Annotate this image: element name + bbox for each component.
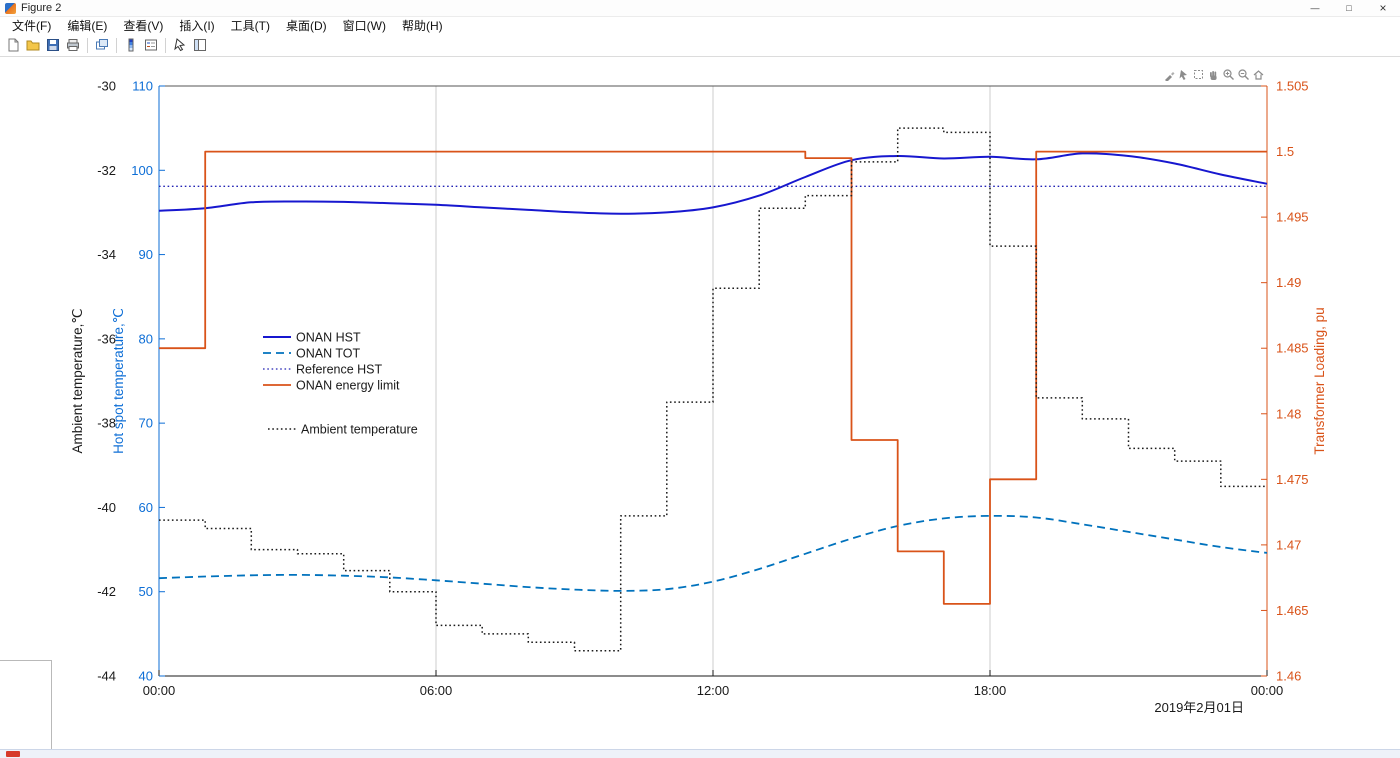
insert-colorbar-icon[interactable] — [121, 35, 141, 55]
window-title: Figure 2 — [21, 2, 62, 14]
window-controls: — □ × — [1298, 0, 1400, 16]
taskbar-app-icon[interactable] — [6, 751, 20, 757]
brush-icon[interactable] — [1162, 68, 1175, 81]
legend-label: ONAN TOT — [296, 347, 360, 361]
ambient-tick-label: -34 — [97, 247, 116, 262]
loading-tick-label: 1.495 — [1276, 210, 1309, 225]
ambient-tick-label: -42 — [97, 584, 116, 599]
menu-help[interactable]: 帮助(H) — [394, 17, 451, 34]
loading-tick-label: 1.49 — [1276, 275, 1301, 290]
selection-icon[interactable] — [1192, 68, 1205, 81]
ambient-tick-label: -30 — [97, 79, 116, 94]
maximize-icon: □ — [1346, 3, 1352, 13]
loading-tick-label: 1.48 — [1276, 406, 1301, 421]
legend-label: ONAN HST — [296, 331, 361, 345]
x-tick-label: 06:00 — [420, 683, 453, 698]
menu-file[interactable]: 文件(F) — [4, 17, 59, 34]
print-icon[interactable] — [63, 35, 83, 55]
loading-tick-label: 1.505 — [1276, 79, 1309, 94]
home-icon[interactable] — [1252, 68, 1265, 81]
loading-axis-title: Transformer Loading, pu — [1312, 307, 1327, 454]
loading-tick-label: 1.46 — [1276, 669, 1301, 684]
new-figure-icon[interactable] — [3, 35, 23, 55]
menu-tools[interactable]: 工具(T) — [223, 17, 278, 34]
plot-browser-icon[interactable] — [190, 35, 210, 55]
minimize-icon: — — [1310, 3, 1320, 13]
legend-label: ONAN energy limit — [296, 379, 400, 393]
datatip-icon[interactable] — [1177, 68, 1190, 81]
ambient-axis-title: Ambient temperature,℃ — [70, 309, 85, 454]
toolbar-separator — [87, 37, 88, 53]
ambient-tick-label: -32 — [97, 163, 116, 178]
hotspot-tick-label: 40 — [139, 669, 153, 684]
hotspot-tick-label: 100 — [131, 163, 153, 178]
hotspot-tick-label: 90 — [139, 247, 153, 262]
menu-edit[interactable]: 编辑(E) — [59, 17, 115, 34]
toolbar-separator — [165, 37, 166, 53]
pan-icon[interactable] — [1207, 68, 1220, 81]
ambient-tick-label: -44 — [97, 669, 116, 684]
loading-tick-label: 1.475 — [1276, 472, 1309, 487]
figure-window: Figure 2 — □ × 文件(F) 编辑(E) 查看(V) 插入(I) 工… — [0, 0, 1400, 758]
x-tick-label: 18:00 — [974, 683, 1007, 698]
x-tick-label: 00:00 — [143, 683, 176, 698]
hotspot-tick-label: 60 — [139, 500, 153, 515]
zoom-in-icon[interactable] — [1222, 68, 1235, 81]
legend-item-onan-tot[interactable]: ONAN TOT — [263, 347, 360, 361]
x-tick-label: 12:00 — [697, 683, 730, 698]
background-window — [0, 660, 52, 751]
menu-bar: 文件(F) 编辑(E) 查看(V) 插入(I) 工具(T) 桌面(D) 窗口(W… — [0, 17, 1400, 34]
menu-window[interactable]: 窗口(W) — [335, 17, 394, 34]
legend-item-onan-energy-limit[interactable]: ONAN energy limit — [263, 379, 400, 393]
menu-view[interactable]: 查看(V) — [115, 17, 171, 34]
loading-tick-label: 1.465 — [1276, 603, 1309, 618]
link-plot-icon[interactable] — [92, 35, 112, 55]
plot-area: 00:00 06:00 12:00 18:00 00:00 2019年2月01日 40 50 6… — [70, 79, 1327, 716]
close-icon: × — [1379, 1, 1387, 15]
open-file-icon[interactable] — [23, 35, 43, 55]
close-button[interactable]: × — [1366, 0, 1400, 16]
loading-tick-label: 1.485 — [1276, 341, 1309, 356]
matlab-figure-icon — [5, 2, 16, 14]
ambient-tick-label: -40 — [97, 500, 116, 515]
title-bar[interactable]: Figure 2 — □ × — [0, 0, 1400, 17]
menu-desktop[interactable]: 桌面(D) — [278, 17, 335, 34]
legend-item-onan-hst[interactable]: ONAN HST — [263, 331, 361, 345]
loading-tick-label: 1.5 — [1276, 144, 1294, 159]
hotspot-tick-label: 50 — [139, 584, 153, 599]
edit-plot-icon[interactable] — [170, 35, 190, 55]
figure-toolbar — [0, 34, 1400, 57]
axes-toolbar — [1162, 68, 1265, 81]
toolbar-separator — [116, 37, 117, 53]
minimize-button[interactable]: — — [1298, 0, 1332, 16]
x-tick-label: 00:00 — [1251, 683, 1284, 698]
save-icon[interactable] — [43, 35, 63, 55]
hotspot-axis-title: Hot spot temperature,℃ — [111, 308, 126, 454]
x-axis-date-label: 2019年2月01日 — [1154, 700, 1244, 715]
menu-insert[interactable]: 插入(I) — [171, 17, 222, 34]
zoom-out-icon[interactable] — [1237, 68, 1250, 81]
legend-item-reference-hst[interactable]: Reference HST — [263, 363, 383, 377]
taskbar[interactable] — [0, 749, 1400, 758]
maximize-button[interactable]: □ — [1332, 0, 1366, 16]
legend-label: Ambient temperature — [301, 423, 418, 437]
hotspot-tick-label: 80 — [139, 331, 153, 346]
hotspot-tick-label: 70 — [139, 416, 153, 431]
hotspot-tick-label: 110 — [132, 79, 153, 94]
insert-legend-icon[interactable] — [141, 35, 161, 55]
legend-item-ambient-temperature[interactable]: Ambient temperature — [268, 423, 418, 437]
legend-label: Reference HST — [296, 363, 383, 377]
loading-tick-label: 1.47 — [1276, 537, 1301, 552]
